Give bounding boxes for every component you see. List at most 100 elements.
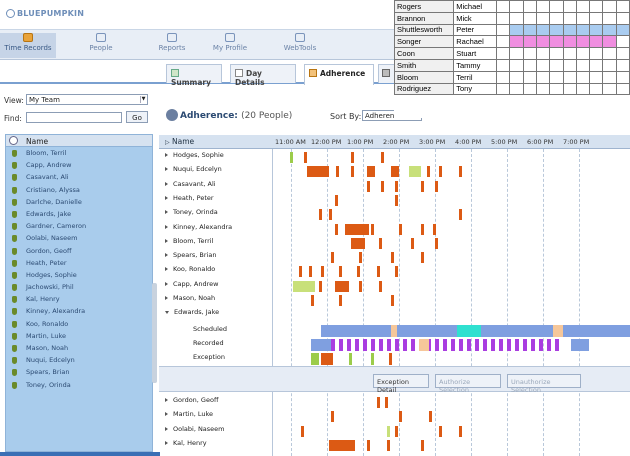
- list-item[interactable]: Casavant, Ali: [6, 171, 152, 183]
- table-row[interactable]: Bloom, Terril: [159, 237, 213, 252]
- nav-time-records[interactable]: Time Records: [0, 33, 56, 58]
- time-tick-label: 5:00 PM: [491, 138, 518, 146]
- person-name: Martin, Luke: [26, 331, 67, 340]
- unauthorize-selection-button[interactable]: Unauthorize Selection: [507, 374, 581, 394]
- expand-icon[interactable]: [165, 181, 168, 186]
- table-row[interactable]: Toney, Orinda: [159, 208, 218, 223]
- nav-my-profile[interactable]: My Profile: [200, 33, 260, 58]
- tab-day-details[interactable]: Day Details: [230, 64, 296, 87]
- list-item[interactable]: Hodges, Sophie: [6, 269, 152, 281]
- expand-icon[interactable]: [165, 267, 168, 272]
- overlay-slot: [509, 82, 524, 96]
- nav-webtools[interactable]: WebTools: [276, 33, 324, 58]
- left-scrollbar[interactable]: [152, 283, 157, 383]
- list-item[interactable]: Capp, Andrew: [6, 159, 152, 171]
- grid-name-label: Name: [172, 137, 195, 146]
- overlay-first-name: Mick: [453, 11, 498, 25]
- overlay-slot: [496, 82, 511, 96]
- list-item[interactable]: Gordon, Geoff: [6, 245, 152, 257]
- list-item[interactable]: Cristiano, Alyssa: [6, 184, 152, 196]
- table-row[interactable]: Kinney, Alexandra: [159, 223, 232, 238]
- table-row[interactable]: Kal, Henry: [159, 439, 207, 454]
- expand-icon[interactable]: [165, 195, 168, 200]
- gear-icon[interactable]: [9, 136, 18, 145]
- nav-people[interactable]: People: [78, 33, 124, 58]
- expand-icon[interactable]: [165, 426, 168, 431]
- table-row[interactable]: Koo, Ronaldo: [159, 265, 215, 280]
- expand-icon[interactable]: [165, 238, 168, 243]
- list-item[interactable]: Heath, Peter: [6, 257, 152, 269]
- collapse-icon[interactable]: [165, 311, 169, 315]
- list-item[interactable]: Darlche, Danielle: [6, 196, 152, 208]
- table-row[interactable]: Spears, Brian: [159, 251, 216, 266]
- list-item[interactable]: Nuqui, Edcelyn: [6, 354, 152, 366]
- list-item[interactable]: Edwards, Jake: [6, 208, 152, 220]
- timeline-segment: [311, 353, 319, 366]
- timeline-segment: [395, 194, 398, 206]
- find-input[interactable]: [26, 112, 122, 123]
- exception-detail-button[interactable]: Exception Detail: [373, 374, 429, 394]
- tab-label: Summary: [171, 78, 212, 87]
- timeline-segment: [349, 353, 352, 366]
- timeline-segment: [571, 338, 589, 351]
- expand-icon[interactable]: [165, 153, 168, 157]
- chevron-down-icon: ▼: [140, 96, 146, 103]
- timeline-segment: [459, 338, 463, 351]
- go-button[interactable]: Go: [126, 111, 148, 123]
- tab-adherence[interactable]: Adherence: [304, 64, 374, 85]
- expand-icon[interactable]: [165, 440, 168, 445]
- overlay-slot: [602, 82, 617, 96]
- person-name: Kinney, Alexandra: [26, 307, 86, 316]
- expand-icon[interactable]: [165, 296, 168, 300]
- expand-icon[interactable]: [165, 253, 168, 258]
- list-item[interactable]: Kal, Henry: [6, 293, 152, 305]
- timeline-segment: [547, 338, 551, 351]
- table-row[interactable]: Mason, Noah: [159, 294, 215, 309]
- overlay-slot: [615, 70, 630, 84]
- expand-icon[interactable]: [165, 210, 168, 215]
- view-select[interactable]: My Team ▼: [26, 94, 148, 105]
- table-row[interactable]: Edwards, Jake: [159, 308, 219, 323]
- time-tick-label: 11:00 AM: [275, 138, 306, 146]
- timeline-segment: [491, 338, 495, 351]
- nav-reports[interactable]: Reports: [152, 33, 192, 58]
- overlay-slot: [509, 0, 524, 13]
- timeline-segment: [399, 223, 402, 235]
- status-pin-icon: [12, 174, 17, 182]
- find-label: Find:: [4, 114, 22, 123]
- list-item[interactable]: Bloom, Terril: [6, 147, 152, 159]
- timeline-segment: [311, 295, 314, 306]
- table-row[interactable]: Nuqui, Edcelyn: [159, 165, 222, 180]
- table-row[interactable]: Hodges, Sophie: [159, 151, 224, 166]
- list-item[interactable]: Oolabi, Naseem: [6, 232, 152, 244]
- expand-icon[interactable]: [165, 167, 168, 172]
- expand-icon[interactable]: [165, 281, 168, 286]
- table-row[interactable]: Gordon, Geoff: [159, 396, 218, 411]
- list-item[interactable]: Gardner, Cameron: [6, 220, 152, 232]
- tab-summary[interactable]: Summary: [166, 64, 222, 87]
- table-row[interactable]: Heath, Peter: [159, 194, 214, 209]
- list-item[interactable]: Koo, Ronaldo: [6, 318, 152, 330]
- status-pin-icon: [12, 247, 17, 255]
- table-row[interactable]: Oolabi, Naseem: [159, 425, 225, 440]
- table-row[interactable]: Capp, Andrew: [159, 280, 218, 295]
- list-item[interactable]: Jachowski, Phil: [6, 281, 152, 293]
- timeline-segment: [457, 324, 481, 337]
- taskbar-edge: [0, 452, 160, 456]
- expand-icon[interactable]: [165, 398, 168, 402]
- table-row[interactable]: Casavant, Ali: [159, 180, 216, 195]
- expand-icon[interactable]: [165, 412, 168, 417]
- list-item[interactable]: Spears, Brian: [6, 366, 152, 378]
- table-row[interactable]: Martin, Luke: [159, 410, 213, 425]
- grid-name-header[interactable]: ▷ Name: [165, 137, 194, 146]
- person-name: Heath, Peter: [26, 258, 67, 267]
- timeline-segment: [435, 237, 438, 249]
- expand-icon[interactable]: [165, 224, 168, 229]
- list-item[interactable]: Toney, Orinda: [6, 379, 152, 391]
- overlay-last-name: Brannon: [393, 11, 455, 25]
- overlay-slot: [562, 35, 577, 49]
- list-item[interactable]: Kinney, Alexandra: [6, 305, 152, 317]
- list-item[interactable]: Mason, Noah: [6, 342, 152, 354]
- list-item[interactable]: Martin, Luke: [6, 330, 152, 342]
- authorize-selection-button[interactable]: Authorize Selection: [435, 374, 501, 394]
